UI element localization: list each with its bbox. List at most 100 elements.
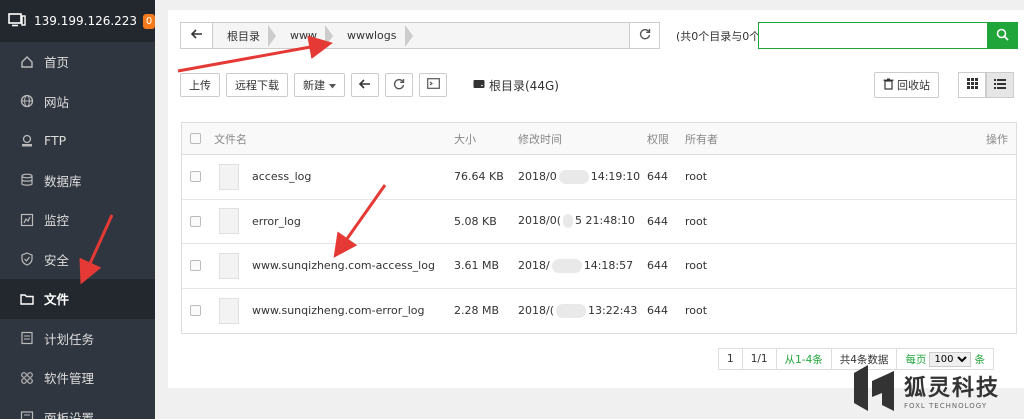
file-owner[interactable]: root	[685, 304, 707, 317]
breadcrumb-wwwlogs[interactable]: wwwlogs	[333, 23, 413, 48]
sidebar-item-software[interactable]: 软件管理	[0, 358, 155, 398]
file-toolbar: 上传 远程下载 新建 根目录(44G)	[180, 72, 559, 98]
file-mtime-date: 2018/	[518, 258, 550, 272]
table-row[interactable]: access_log 76.64 KB 2018/0 14:19:10 644 r…	[182, 155, 1016, 200]
sidebar-item-ftp[interactable]: FTP	[0, 121, 155, 161]
settings-icon	[20, 410, 34, 419]
new-button-label: 新建	[303, 79, 325, 92]
file-size: 5.08 KB	[454, 214, 497, 228]
sidebar-item-label: 监控	[44, 213, 70, 229]
sidebar-item-label: 数据库	[44, 173, 82, 189]
arrow-left-icon	[190, 29, 203, 42]
sidebar-item-label: 安全	[44, 252, 70, 268]
file-icon	[219, 252, 239, 279]
sidebar-item-sites[interactable]: 网站	[0, 82, 155, 122]
sidebar-item-label: 面板设置	[44, 410, 95, 419]
server-header: 139.199.126.223 0	[0, 0, 155, 42]
redaction-blur	[558, 169, 589, 184]
monitor-icon	[8, 12, 26, 30]
caret-down-icon	[329, 79, 336, 92]
grid-view-button[interactable]	[958, 72, 986, 98]
file-name[interactable]: access_log	[252, 170, 311, 183]
terminal-icon	[426, 78, 440, 92]
ftp-icon	[20, 134, 34, 148]
path-back-button[interactable]	[181, 23, 213, 48]
file-mtime-time: 14:18:57	[583, 258, 634, 272]
sidebar-item-label: 软件管理	[44, 371, 95, 387]
sidebar-item-home[interactable]: 首页	[0, 42, 155, 82]
server-ip: 139.199.126.223	[34, 14, 138, 28]
grid-icon	[966, 78, 978, 92]
shield-icon	[20, 252, 34, 266]
watermark-logo-icon	[852, 363, 896, 416]
breadcrumb-www[interactable]: www	[276, 23, 333, 48]
row-checkbox[interactable]	[190, 171, 201, 183]
file-owner[interactable]: root	[685, 170, 707, 183]
sidebar-item-label: 首页	[44, 55, 70, 71]
file-mtime: 2018/( 13:22:43	[518, 303, 638, 318]
file-name[interactable]: error_log	[252, 215, 301, 228]
breadcrumb-root[interactable]: 根目录	[213, 23, 276, 48]
new-dropdown-button[interactable]: 新建	[294, 73, 345, 97]
list-view-button[interactable]	[986, 72, 1014, 98]
row-checkbox[interactable]	[190, 305, 201, 317]
file-icon	[219, 163, 239, 190]
header-mtime[interactable]: 修改时间	[518, 131, 562, 147]
file-size: 76.64 KB	[454, 170, 504, 184]
select-all-checkbox[interactable]	[190, 133, 201, 144]
sidebar-item-database[interactable]: 数据库	[0, 161, 155, 201]
sidebar-item-settings[interactable]: 面板设置	[0, 398, 155, 419]
notification-badge[interactable]: 0	[143, 13, 155, 29]
file-owner[interactable]: root	[685, 259, 707, 272]
sidebar-item-files[interactable]: 文件	[0, 279, 155, 319]
folder-icon	[20, 292, 34, 306]
file-permission[interactable]: 644	[647, 304, 668, 317]
header-permission[interactable]: 权限	[647, 131, 669, 147]
terminal-button[interactable]	[419, 73, 447, 97]
page-range: 从1-4条	[776, 349, 832, 369]
search-input[interactable]	[759, 23, 987, 48]
path-bar: 根目录 www wwwlogs	[180, 22, 660, 49]
watermark-cn: 狐灵科技	[904, 375, 1001, 401]
file-mtime-date: 2018/(	[518, 303, 554, 317]
path-refresh-button[interactable]	[629, 23, 659, 48]
file-mtime: 2018/0(5 21:48:10	[518, 214, 635, 229]
file-permission[interactable]: 644	[647, 170, 668, 183]
disk-icon	[473, 78, 485, 92]
file-permission[interactable]: 644	[647, 215, 668, 228]
file-size: 3.61 MB	[454, 259, 500, 273]
sidebar: 139.199.126.223 0 首页 网站 FTP 数据库 监控 安全 文件…	[0, 0, 155, 419]
trash-icon	[883, 78, 894, 93]
page-current[interactable]: 1	[719, 349, 743, 369]
sidebar-item-security[interactable]: 安全	[0, 240, 155, 280]
file-permission[interactable]: 644	[647, 259, 668, 272]
table-row[interactable]: www.sunqizheng.com-access_log 3.61 MB 20…	[182, 244, 1016, 289]
go-back-button[interactable]	[351, 73, 379, 97]
sidebar-item-label: 计划任务	[44, 331, 95, 347]
table-row[interactable]: error_log 5.08 KB 2018/0(5 21:48:10 644 …	[182, 200, 1016, 244]
database-icon	[20, 173, 34, 187]
row-checkbox[interactable]	[190, 260, 201, 272]
file-mtime-time: 13:22:43	[588, 303, 638, 317]
upload-button[interactable]: 上传	[180, 73, 220, 97]
header-owner[interactable]: 所有者	[685, 131, 718, 147]
remote-download-button[interactable]: 远程下载	[226, 73, 288, 97]
file-icon	[219, 208, 239, 235]
header-size[interactable]: 大小	[454, 131, 476, 147]
list-icon	[994, 78, 1006, 92]
refresh-icon	[393, 78, 405, 93]
file-mtime: 2018/0 14:19:10	[518, 169, 640, 184]
table-row[interactable]: www.sunqizheng.com-error_log 2.28 MB 201…	[182, 289, 1016, 334]
header-filename[interactable]: 文件名	[214, 131, 247, 147]
file-name[interactable]: www.sunqizheng.com-access_log	[252, 259, 435, 272]
disk-info[interactable]: 根目录(44G)	[473, 77, 559, 94]
sidebar-item-monitor[interactable]: 监控	[0, 200, 155, 240]
sidebar-item-tasks[interactable]: 计划任务	[0, 319, 155, 359]
recycle-bin-button[interactable]: 回收站	[874, 72, 939, 98]
task-icon	[20, 331, 34, 345]
file-owner[interactable]: root	[685, 215, 707, 228]
row-checkbox[interactable]	[190, 215, 201, 227]
file-name[interactable]: www.sunqizheng.com-error_log	[252, 304, 425, 317]
refresh-button[interactable]	[385, 73, 413, 97]
search-button[interactable]	[987, 23, 1017, 48]
